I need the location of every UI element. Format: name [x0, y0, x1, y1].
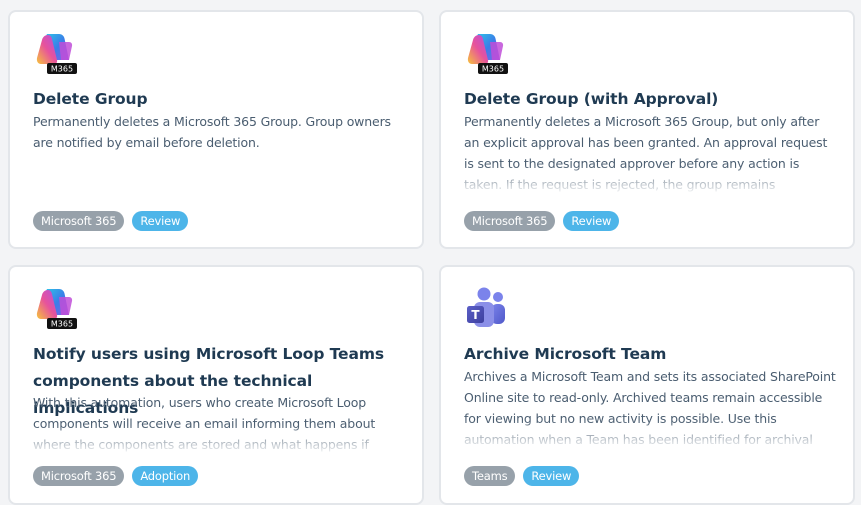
card-description: Archives a Microsoft Team and sets its a…	[464, 366, 836, 450]
svg-text:T: T	[471, 308, 480, 322]
m365-badge-text: M365	[51, 65, 73, 74]
tag-review[interactable]: Review	[523, 466, 580, 486]
card-title: Archive Microsoft Team	[464, 345, 667, 363]
microsoft-365-logo-icon: M365	[33, 285, 79, 331]
tag-microsoft-365[interactable]: Microsoft 365	[33, 466, 125, 486]
card-tags: Teams Review	[464, 466, 580, 486]
card-tags: Microsoft 365 Review	[464, 211, 620, 231]
tag-review[interactable]: Review	[132, 211, 189, 231]
tag-microsoft-365[interactable]: Microsoft 365	[33, 211, 125, 231]
microsoft-teams-logo-icon: T	[464, 285, 510, 331]
card-title: Delete Group	[33, 90, 148, 108]
automation-card[interactable]: M365 Delete Group Permanently deletes a …	[8, 10, 424, 249]
card-description: Permanently deletes a Microsoft 365 Grou…	[464, 111, 836, 195]
automation-card[interactable]: T Archive Microsoft Team Archives a Micr…	[439, 265, 855, 505]
automation-card[interactable]: M365 Notify users using Microsoft Loop T…	[8, 265, 424, 505]
tag-microsoft-365[interactable]: Microsoft 365	[464, 211, 556, 231]
tag-adoption[interactable]: Adoption	[132, 466, 199, 486]
m365-badge-text: M365	[482, 65, 504, 74]
card-description: Permanently deletes a Microsoft 365 Grou…	[33, 114, 391, 150]
card-tags: Microsoft 365 Review	[33, 211, 189, 231]
card-title: Delete Group (with Approval)	[464, 90, 719, 108]
microsoft-365-logo-icon: M365	[33, 30, 79, 76]
card-tags: Microsoft 365 Adoption	[33, 466, 199, 486]
m365-badge-text: M365	[51, 320, 73, 329]
tag-review[interactable]: Review	[563, 211, 620, 231]
tag-teams[interactable]: Teams	[464, 466, 516, 486]
microsoft-365-logo-icon: M365	[464, 30, 510, 76]
automation-card[interactable]: M365 Delete Group (with Approval) Perman…	[439, 10, 855, 249]
card-description: With this automation, users who create M…	[33, 392, 405, 455]
